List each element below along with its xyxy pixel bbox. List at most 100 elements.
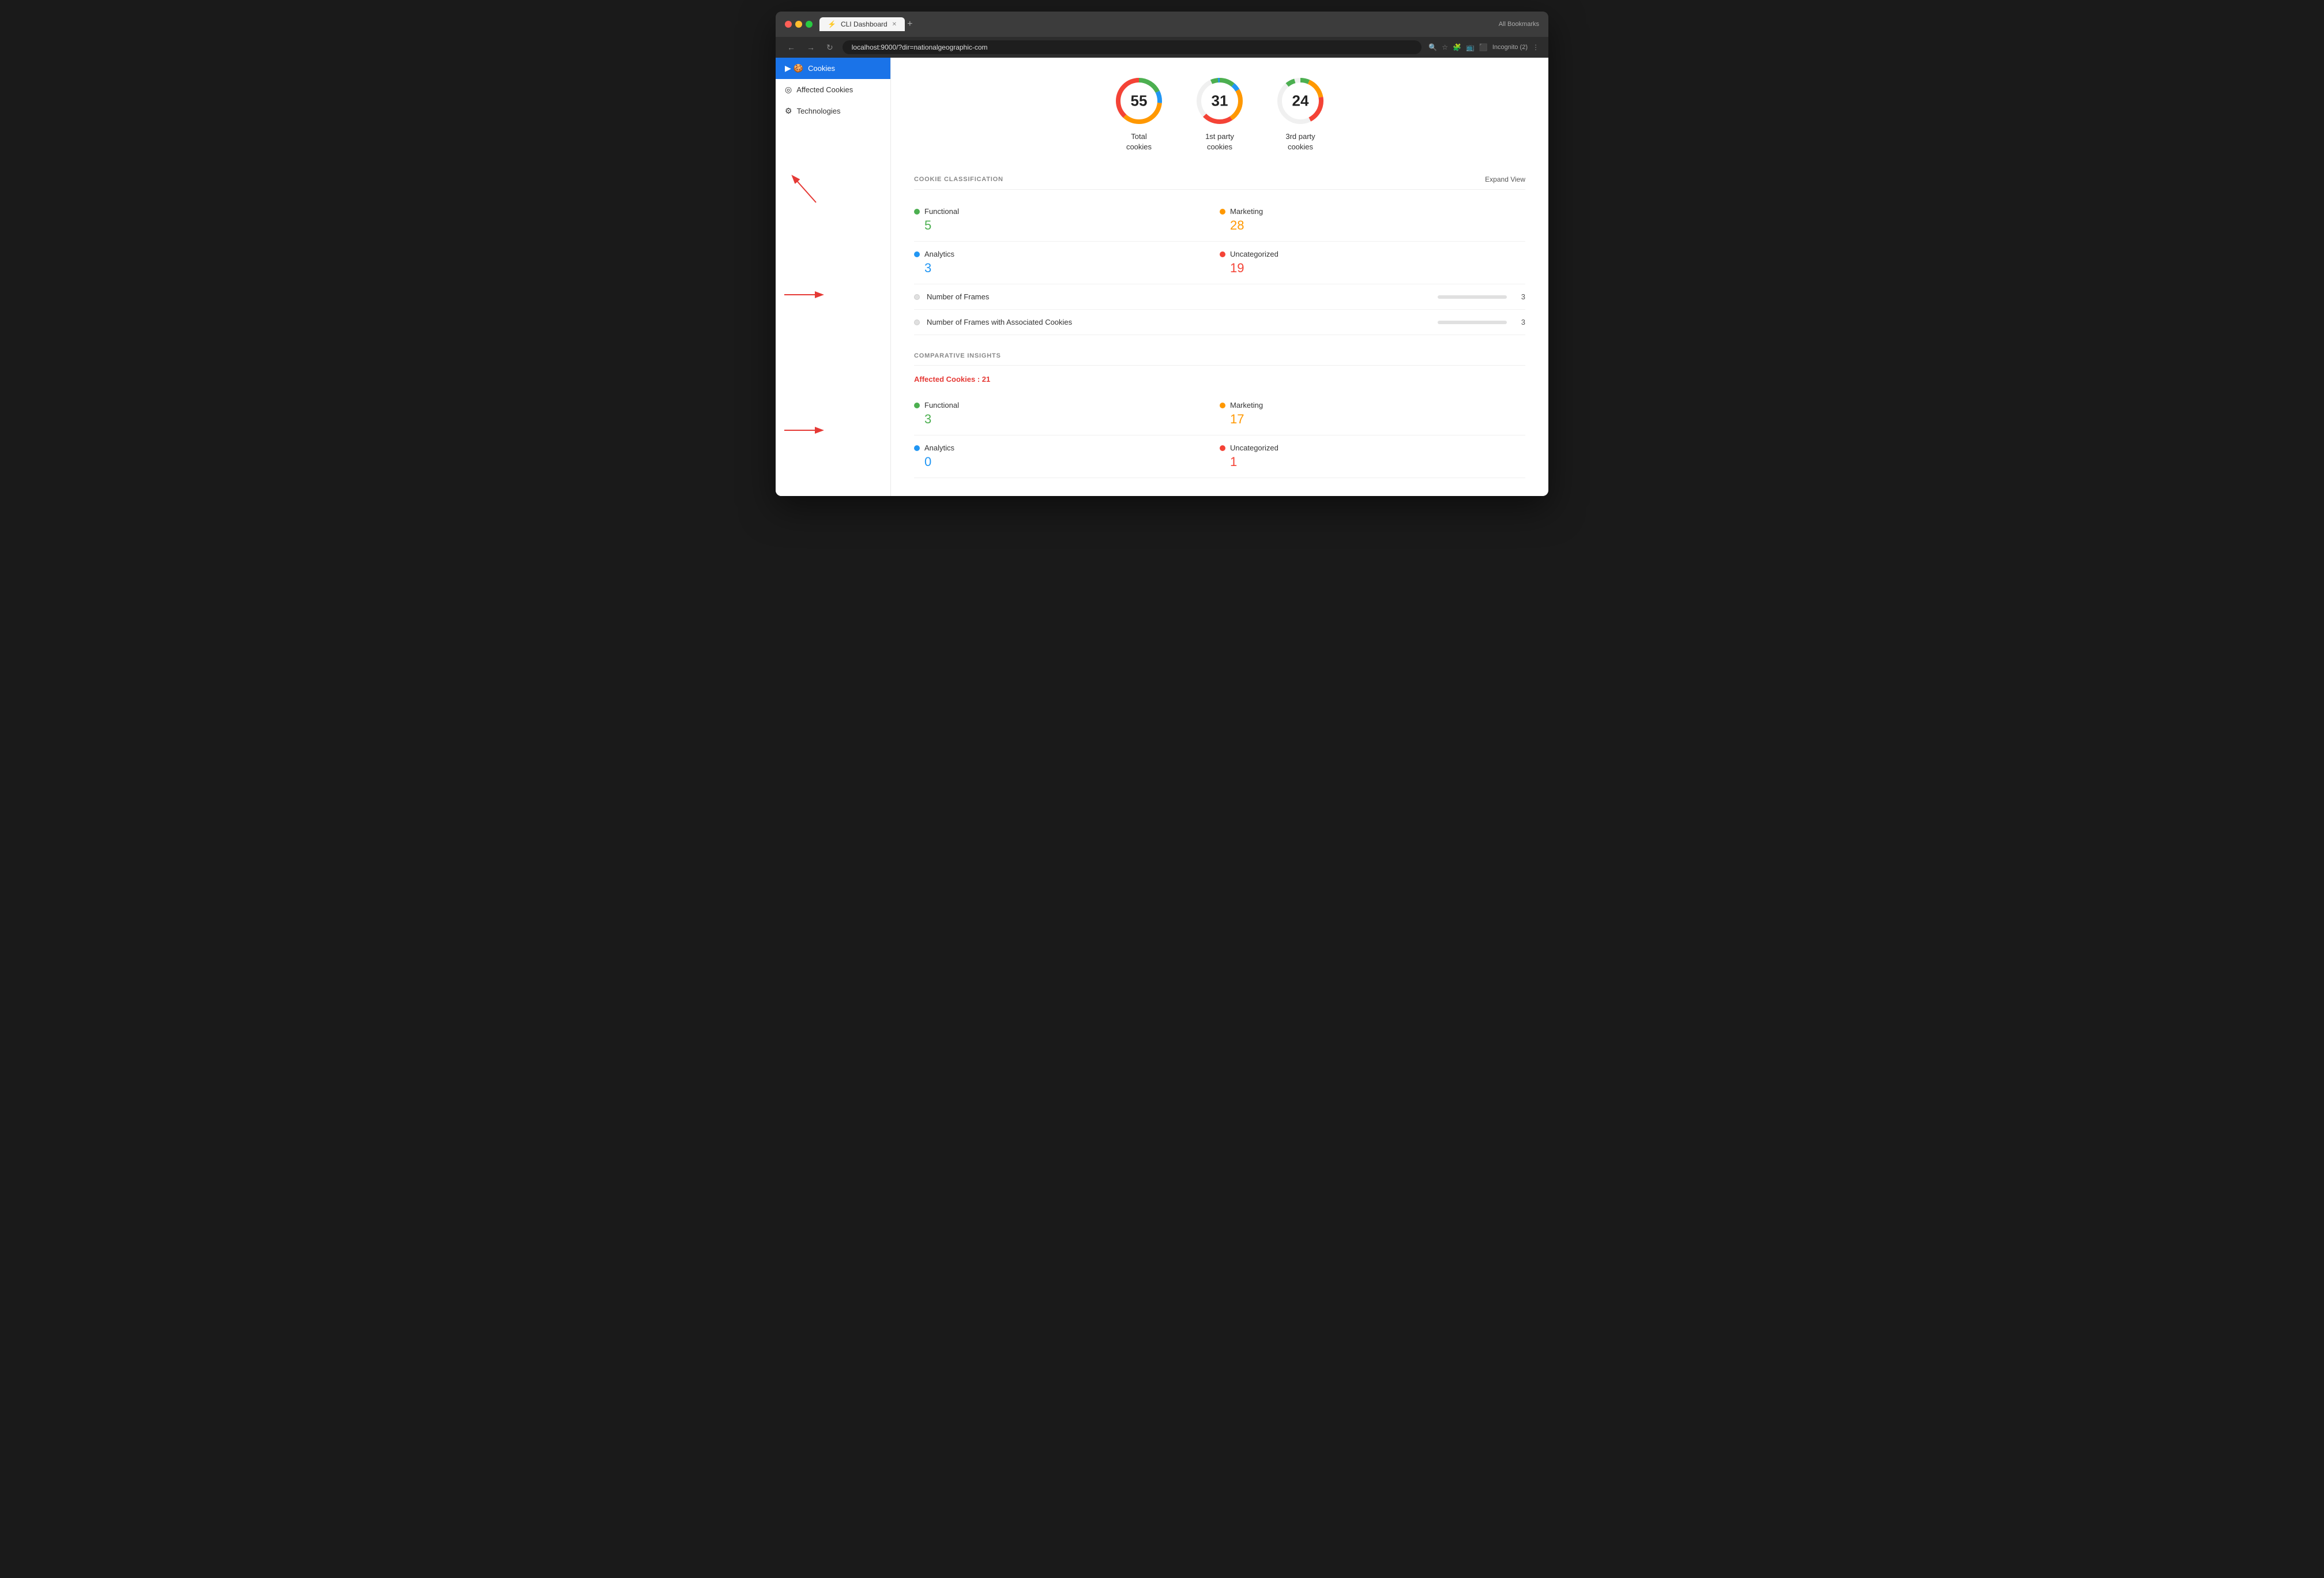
frames-label-1: Number of Frames <box>927 292 1431 301</box>
technologies-icon: ⚙ <box>785 106 792 116</box>
comp-header-analytics: Analytics <box>914 444 1220 452</box>
sidebar-item-technologies-label: Technologies <box>797 107 841 115</box>
tab-close-icon[interactable]: ✕ <box>892 21 897 28</box>
donut-first-party: 31 <box>1194 75 1246 127</box>
sidebar-item-affected-cookies[interactable]: ◎ Affected Cookies <box>776 79 890 100</box>
minimize-button[interactable] <box>795 21 802 28</box>
active-tab[interactable]: ⚡ CLI Dashboard ✕ <box>819 17 905 31</box>
sidebar-item-technologies[interactable]: ⚙ Technologies <box>776 100 890 122</box>
close-button[interactable] <box>785 21 792 28</box>
comp-analytics-value: 0 <box>914 454 1220 469</box>
marketing-label: Marketing <box>1230 207 1263 216</box>
classification-header: COOKIE CLASSIFICATION Expand View <box>914 175 1525 190</box>
address-bar: ← → ↻ 🔍 ☆ 🧩 📺 ⬛ Incognito (2) ⋮ <box>776 37 1548 58</box>
uncategorized-value: 19 <box>1220 261 1525 276</box>
comparative-section: COMPARATIVE INSIGHTS Affected Cookies : … <box>914 352 1525 478</box>
comp-functional-value: 3 <box>914 412 1220 427</box>
third-party-title: 3rd party cookies <box>1285 132 1315 152</box>
star-icon[interactable]: ☆ <box>1442 43 1448 51</box>
comp-analytics-label: Analytics <box>924 444 954 452</box>
comp-functional-label: Functional <box>924 401 959 409</box>
comp-marketing: Marketing 17 <box>1220 393 1525 435</box>
comp-marketing-dot <box>1220 403 1225 408</box>
comp-functional: Functional 3 <box>914 393 1220 435</box>
frames-row-1: Number of Frames 3 <box>914 284 1525 310</box>
first-party-title: 1st party cookies <box>1205 132 1234 152</box>
comp-header-uncategorized: Uncategorized <box>1220 444 1525 452</box>
main-content: 55 Total cookies 31 <box>891 58 1548 496</box>
analytics-label: Analytics <box>924 250 954 258</box>
total-value: 55 <box>1131 92 1148 110</box>
back-button[interactable]: ← <box>785 42 798 53</box>
forward-button[interactable]: → <box>804 42 817 53</box>
classification-grid: Functional 5 Marketing 28 Anal <box>914 199 1525 284</box>
marketing-dot <box>1220 209 1225 215</box>
traffic-lights <box>785 21 813 28</box>
analytics-dot <box>914 251 920 257</box>
cast-icon[interactable]: 📺 <box>1466 43 1475 51</box>
class-item-marketing: Marketing 28 <box>1220 199 1525 242</box>
reload-button[interactable]: ↻ <box>824 42 836 54</box>
new-tab-button[interactable]: + <box>907 19 912 29</box>
comp-uncategorized: Uncategorized 1 <box>1220 435 1525 478</box>
frames-label-2: Number of Frames with Associated Cookies <box>927 318 1431 326</box>
comparative-title: COMPARATIVE INSIGHTS <box>914 352 1001 359</box>
first-party-value: 31 <box>1212 92 1228 110</box>
url-input[interactable] <box>843 40 1422 54</box>
uncategorized-dot <box>1220 251 1225 257</box>
extensions-icon[interactable]: 🧩 <box>1453 43 1461 51</box>
expand-view-button[interactable]: Expand View <box>1485 175 1525 183</box>
comparative-grid: Functional 3 Marketing 17 <box>914 393 1525 478</box>
frames-dot-1 <box>914 294 920 300</box>
sidebar-item-cookies[interactable]: ▶ 🍪 Cookies <box>776 58 890 79</box>
classification-title: COOKIE CLASSIFICATION <box>914 176 1003 183</box>
class-item-analytics: Analytics 3 <box>914 242 1220 284</box>
frames-bar-1 <box>1438 295 1507 299</box>
class-header-marketing: Marketing <box>1220 207 1525 216</box>
comparative-header: COMPARATIVE INSIGHTS <box>914 352 1525 366</box>
frames-bar-2 <box>1438 321 1507 324</box>
frames-row-2: Number of Frames with Associated Cookies… <box>914 310 1525 335</box>
functional-dot <box>914 209 920 215</box>
comp-functional-dot <box>914 403 920 408</box>
title-bar: ⚡ CLI Dashboard ✕ + All Bookmarks <box>776 12 1548 37</box>
frames-count-1: 3 <box>1514 292 1525 301</box>
comp-uncategorized-label: Uncategorized <box>1230 444 1278 452</box>
arrow-decoration-2 <box>776 286 890 306</box>
uncategorized-label: Uncategorized <box>1230 250 1278 258</box>
comp-analytics-dot <box>914 445 920 451</box>
affected-cookies-label: Affected Cookies : 21 <box>914 375 1525 384</box>
tab-bar: ⚡ CLI Dashboard ✕ + <box>819 17 912 31</box>
marketing-value: 28 <box>1220 218 1525 233</box>
maximize-button[interactable] <box>806 21 813 28</box>
affected-cookies-icon: ◎ <box>785 85 792 95</box>
comp-header-marketing: Marketing <box>1220 401 1525 409</box>
browser-content: ▶ 🍪 Cookies ◎ Affected Cookies ⚙ Technol… <box>776 58 1548 496</box>
cookies-icon: ▶ 🍪 <box>785 63 803 73</box>
menu-icon[interactable]: ⋮ <box>1532 43 1539 51</box>
comp-marketing-value: 17 <box>1220 412 1525 427</box>
charts-row: 55 Total cookies 31 <box>914 75 1525 152</box>
incognito-label: Incognito (2) <box>1492 44 1528 51</box>
comp-marketing-label: Marketing <box>1230 401 1263 409</box>
zoom-icon: 🔍 <box>1428 43 1437 51</box>
class-item-uncategorized: Uncategorized 19 <box>1220 242 1525 284</box>
bookmarks-label: All Bookmarks <box>1499 21 1539 28</box>
frames-count-2: 3 <box>1514 318 1525 326</box>
arrow-decoration-1 <box>776 168 890 217</box>
sidebar: ▶ 🍪 Cookies ◎ Affected Cookies ⚙ Technol… <box>776 58 891 496</box>
chart-third-party: 24 3rd party cookies <box>1274 75 1326 152</box>
comp-uncategorized-dot <box>1220 445 1225 451</box>
functional-value: 5 <box>914 218 1220 233</box>
class-header-functional: Functional <box>914 207 1220 216</box>
frames-dot-2 <box>914 320 920 325</box>
analytics-value: 3 <box>914 261 1220 276</box>
sidebar-item-cookies-label: Cookies <box>808 64 835 73</box>
split-icon[interactable]: ⬛ <box>1479 43 1488 51</box>
class-header-uncategorized: Uncategorized <box>1220 250 1525 258</box>
comp-header-functional: Functional <box>914 401 1220 409</box>
sidebar-item-affected-cookies-label: Affected Cookies <box>796 85 853 94</box>
class-header-analytics: Analytics <box>914 250 1220 258</box>
comp-analytics: Analytics 0 <box>914 435 1220 478</box>
tab-title: CLI Dashboard <box>841 20 888 28</box>
